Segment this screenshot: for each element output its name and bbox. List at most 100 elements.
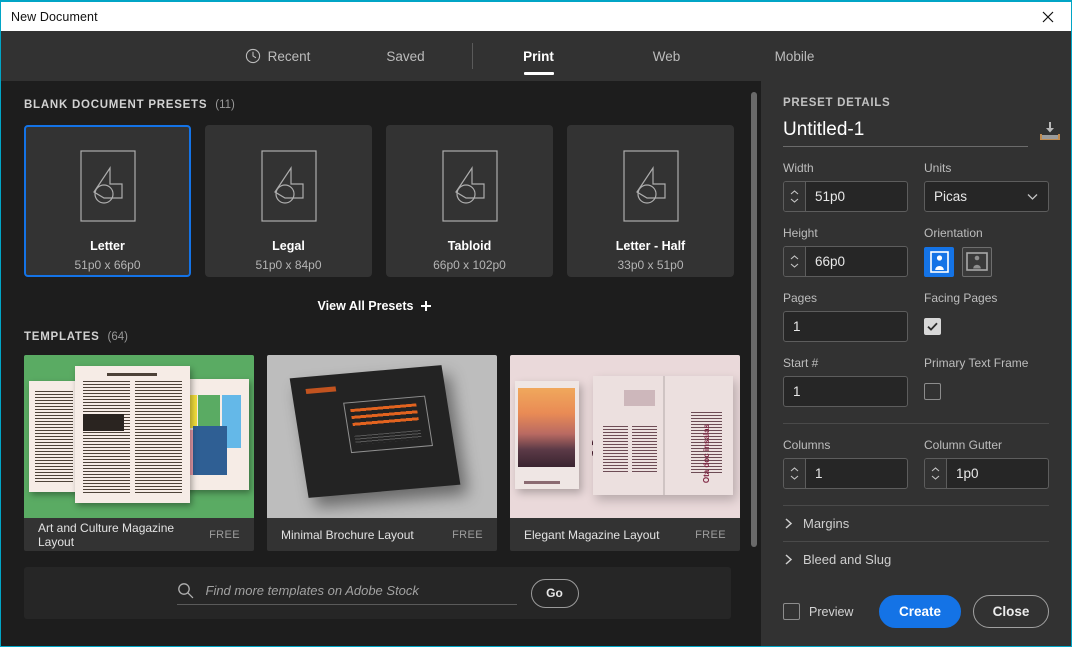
dialog-footer: Preview Create Close — [783, 595, 1049, 628]
document-page-icon — [80, 150, 136, 222]
template-badge: FREE — [695, 529, 726, 541]
height-label: Height — [783, 226, 908, 240]
document-page-icon — [261, 150, 317, 222]
pages-input[interactable] — [784, 312, 907, 341]
columns-field: Columns — [783, 438, 908, 489]
save-preset-icon[interactable] — [1038, 119, 1062, 143]
divider-columns — [783, 423, 1049, 424]
left-scroll-area: BLANK DOCUMENT PRESETS (11) Letter 51p0 … — [1, 81, 749, 646]
chevron-up-icon — [790, 255, 799, 260]
tab-print-label: Print — [523, 49, 554, 64]
template-card[interactable]: Mus quam Ota doc insalas — [510, 355, 740, 551]
window-title: New Document — [1, 10, 98, 24]
template-card[interactable]: Minimal Brochure Layout FREE — [267, 355, 497, 551]
dialog-body: BLANK DOCUMENT PRESETS (11) Letter 51p0 … — [1, 81, 1071, 646]
height-input-wrap — [783, 246, 908, 277]
template-art-elegant-magazine: Mus quam Ota doc insalas — [510, 355, 740, 518]
template-thumbnail — [267, 355, 497, 518]
facing-pages-checkbox[interactable] — [924, 318, 941, 335]
bleed-and-slug-section-toggle[interactable]: Bleed and Slug — [783, 542, 1049, 577]
template-name: Art and Culture Magazine Layout — [38, 521, 209, 549]
preset-card-dims: 51p0 x 84p0 — [255, 258, 321, 272]
orientation-buttons — [924, 246, 1049, 277]
orientation-field: Orientation — [924, 226, 1049, 277]
left-pane: BLANK DOCUMENT PRESETS (11) Letter 51p0 … — [1, 81, 761, 646]
chevron-down-icon — [790, 475, 799, 480]
preset-card[interactable]: Letter 51p0 x 66p0 — [24, 125, 191, 277]
margins-label: Margins — [803, 516, 849, 531]
preset-card-name: Letter — [90, 239, 125, 253]
preset-name-input[interactable] — [783, 119, 1028, 147]
columns-stepper[interactable] — [784, 459, 806, 488]
tab-recent-label: Recent — [268, 49, 311, 64]
units-value: Picas — [934, 189, 967, 204]
tab-recent[interactable]: Recent — [214, 31, 342, 81]
column-gutter-stepper[interactable] — [925, 459, 947, 488]
preset-card[interactable]: Letter - Half 33p0 x 51p0 — [567, 125, 734, 277]
plus-icon — [420, 300, 432, 312]
start-primary-row: Start # Primary Text Frame — [783, 356, 1049, 407]
template-name: Elegant Magazine Layout — [524, 528, 659, 542]
close-window-button[interactable] — [1025, 2, 1071, 31]
search-icon — [177, 582, 194, 599]
primary-text-frame-checkbox[interactable] — [924, 383, 941, 400]
view-all-presets-label: View All Presets — [318, 299, 414, 313]
chevron-up-icon — [790, 190, 799, 195]
height-stepper[interactable] — [784, 247, 806, 276]
width-input[interactable] — [806, 182, 907, 211]
stock-search-field[interactable] — [177, 582, 517, 605]
height-field: Height — [783, 226, 908, 277]
tab-mobile-label: Mobile — [775, 49, 815, 64]
create-button[interactable]: Create — [879, 595, 961, 628]
orientation-portrait-button[interactable] — [924, 247, 954, 277]
start-number-input-wrap — [783, 376, 908, 407]
checkmark-icon — [927, 322, 938, 331]
stock-search-input[interactable] — [206, 583, 517, 598]
template-thumbnail — [24, 355, 254, 518]
view-all-presets-button[interactable]: View All Presets — [1, 299, 749, 313]
tab-saved-label: Saved — [386, 49, 424, 64]
facing-pages-row — [924, 311, 1049, 342]
preset-card[interactable]: Legal 51p0 x 84p0 — [205, 125, 372, 277]
margins-section-toggle[interactable]: Margins — [783, 506, 1049, 541]
columns-input[interactable] — [806, 459, 907, 488]
column-gutter-input[interactable] — [947, 459, 1048, 488]
orientation-landscape-button[interactable] — [962, 247, 992, 277]
close-button[interactable]: Close — [973, 595, 1049, 628]
templates-count: (64) — [108, 331, 128, 343]
start-number-input[interactable] — [784, 377, 907, 406]
template-badge: FREE — [452, 529, 483, 541]
scrollbar-thumb[interactable] — [751, 92, 757, 547]
primary-text-frame-field: Primary Text Frame — [924, 356, 1049, 407]
height-input[interactable] — [806, 247, 907, 276]
preset-card[interactable]: Tabloid 66p0 x 102p0 — [386, 125, 553, 277]
chevron-right-icon — [783, 554, 794, 565]
template-card[interactable]: Art and Culture Magazine Layout FREE — [24, 355, 254, 551]
units-select[interactable]: Picas — [924, 181, 1049, 212]
preset-card-dims: 33p0 x 51p0 — [617, 258, 683, 272]
tab-mobile[interactable]: Mobile — [731, 31, 859, 81]
close-icon — [1042, 11, 1054, 23]
pages-facing-row: Pages Facing Pages — [783, 291, 1049, 342]
width-units-row: Width Units Picas — [783, 161, 1049, 212]
chevron-right-icon — [783, 518, 794, 529]
left-pane-scrollbar[interactable] — [749, 87, 758, 642]
preset-card-name: Legal — [272, 239, 305, 253]
preview-toggle[interactable]: Preview — [783, 603, 853, 620]
preset-card-list: Letter 51p0 x 66p0 Legal 51p0 x 84p0 — [1, 111, 749, 277]
width-label: Width — [783, 161, 908, 175]
width-stepper[interactable] — [784, 182, 806, 211]
templates-header: TEMPLATES (64) — [1, 313, 749, 343]
tab-print[interactable]: Print — [475, 31, 603, 81]
template-name: Minimal Brochure Layout — [281, 528, 414, 542]
preview-checkbox[interactable] — [783, 603, 800, 620]
blank-presets-count: (11) — [215, 99, 235, 111]
units-field: Units Picas — [924, 161, 1049, 212]
tab-web[interactable]: Web — [603, 31, 731, 81]
orientation-label: Orientation — [924, 226, 1049, 240]
stock-search-go-button[interactable]: Go — [531, 579, 579, 608]
tab-bar: Recent Saved Print Web Mobile — [1, 31, 1071, 81]
preset-card-dims: 66p0 x 102p0 — [433, 258, 506, 272]
blank-presets-header: BLANK DOCUMENT PRESETS (11) — [1, 81, 749, 111]
tab-saved[interactable]: Saved — [342, 31, 470, 81]
